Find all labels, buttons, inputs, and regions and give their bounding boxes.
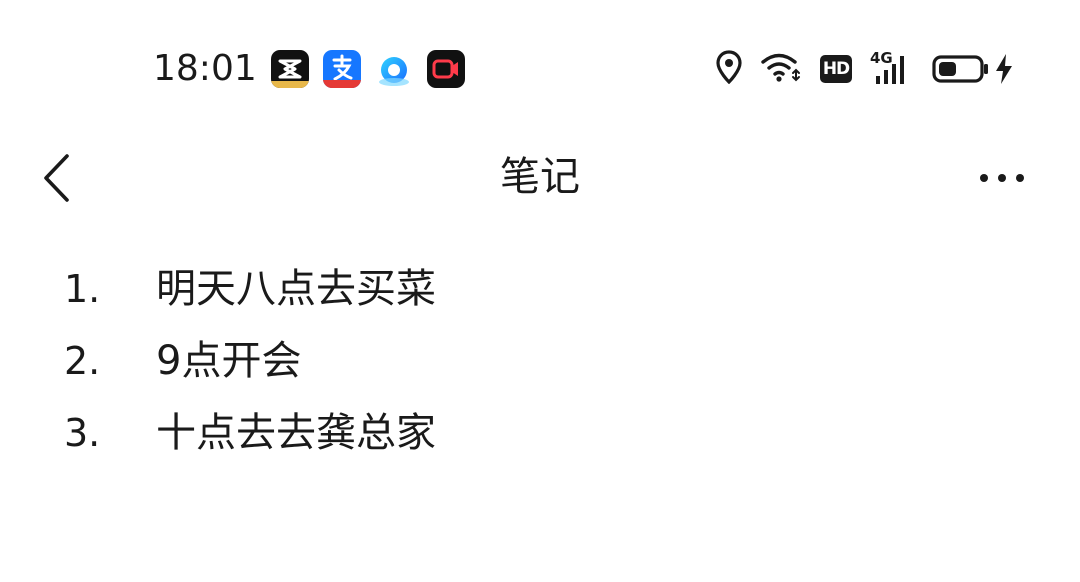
cellular-signal-icon: 4G	[870, 50, 914, 86]
list-item[interactable]: 1. 明天八点去买菜	[0, 256, 1080, 328]
list-item-number: 3.	[64, 411, 101, 455]
browser-app-icon	[375, 50, 413, 88]
status-clock: 18:01	[153, 48, 257, 89]
status-bar: 18:01 HD 4G	[0, 0, 1080, 140]
location-icon	[716, 50, 742, 88]
list-item-text: 十点去去龚总家	[156, 410, 436, 456]
list-item[interactable]: 2. 9点开会	[0, 328, 1080, 400]
more-dot-icon	[1016, 174, 1024, 182]
hd-voice-icon: HD	[820, 55, 852, 83]
battery-indicator	[932, 53, 1014, 85]
title-bar: 笔记	[0, 140, 1080, 216]
notification-app-icons	[271, 50, 465, 88]
charging-bolt-icon	[996, 54, 1012, 84]
wifi-icon	[760, 51, 802, 87]
more-dot-icon	[980, 174, 988, 182]
note-content[interactable]: 1. 明天八点去买菜 2. 9点开会 3. 十点去去龚总家	[0, 256, 1080, 472]
battery-icon	[932, 55, 988, 83]
more-dot-icon	[998, 174, 1006, 182]
screen-recorder-app-icon	[427, 50, 465, 88]
alipay-app-icon	[323, 50, 361, 88]
capcut-app-icon	[271, 50, 309, 88]
page-title: 笔记	[500, 154, 580, 200]
list-item-text: 明天八点去买菜	[156, 266, 436, 312]
list-item[interactable]: 3. 十点去去龚总家	[0, 400, 1080, 472]
list-item-number: 2.	[64, 339, 101, 383]
system-status-icons: HD 4G	[716, 50, 1014, 88]
list-item-number: 1.	[64, 267, 101, 311]
more-options-button[interactable]	[962, 146, 1042, 210]
hd-label: HD	[822, 59, 850, 79]
list-item-text: 9点开会	[156, 338, 302, 384]
